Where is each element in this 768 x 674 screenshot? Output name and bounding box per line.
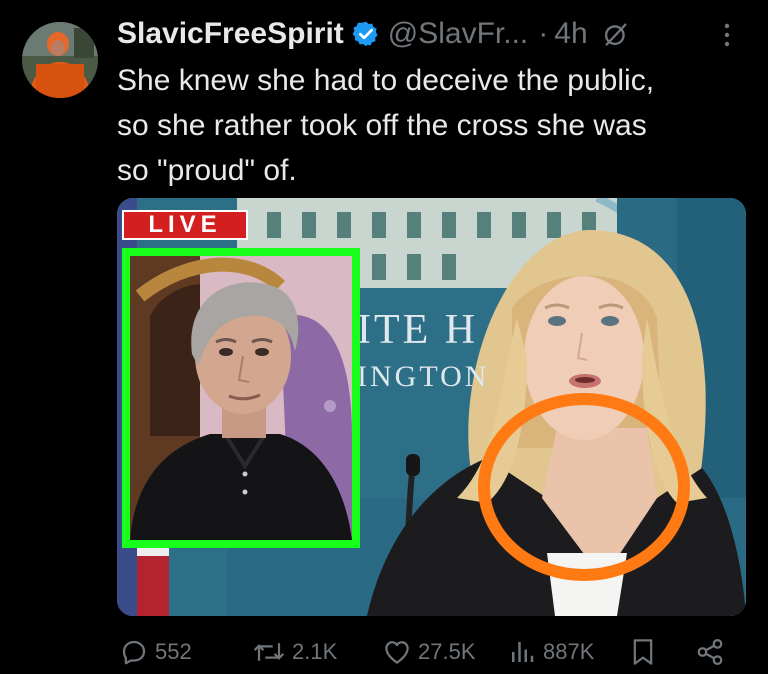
verified-badge-icon xyxy=(352,21,378,47)
inset-photo xyxy=(122,248,360,548)
views-button[interactable]: 887K xyxy=(507,634,594,670)
avatar-image xyxy=(22,22,98,98)
avatar[interactable] xyxy=(22,22,98,98)
repost-icon xyxy=(253,643,285,661)
views-icon xyxy=(512,642,534,662)
share-icon xyxy=(697,639,723,665)
bookmark-icon xyxy=(633,639,653,665)
inset-portrait-image xyxy=(130,256,352,540)
user-handle[interactable]: @SlavFr... xyxy=(388,17,528,51)
timestamp[interactable]: 4h xyxy=(554,17,587,51)
repost-count: 2.1K xyxy=(292,639,338,664)
action-bar: 552 2.1K 27.5K 887K xyxy=(117,634,747,670)
reply-count: 552 xyxy=(155,639,192,664)
tweet-media[interactable]: ITE H INGTON LIVE xyxy=(117,198,746,616)
bookmark-button[interactable] xyxy=(629,634,657,670)
like-icon xyxy=(385,641,409,664)
more-options-icon[interactable] xyxy=(720,20,734,50)
reply-button[interactable]: 552 xyxy=(119,634,192,670)
podium-wall-text-1: ITE H xyxy=(357,307,479,353)
views-count: 887K xyxy=(543,639,595,664)
reply-icon xyxy=(122,640,146,665)
share-button[interactable] xyxy=(695,634,725,670)
tweet-text: She knew she had to deceive the public, … xyxy=(117,64,655,187)
live-badge: LIVE xyxy=(122,210,248,240)
tweet-header: SlavicFreeSpirit @SlavFr... · 4h xyxy=(117,14,630,54)
podium-wall-text-2: INGTON xyxy=(357,360,490,393)
tweet[interactable]: SlavicFreeSpirit @SlavFr... · 4h She kne… xyxy=(0,0,768,674)
like-count: 27.5K xyxy=(418,639,476,664)
display-name[interactable]: SlavicFreeSpirit xyxy=(117,17,344,51)
repost-button[interactable]: 2.1K xyxy=(252,634,337,670)
grok-icon[interactable] xyxy=(602,20,630,48)
like-button[interactable]: 27.5K xyxy=(382,634,476,670)
separator-dot: · xyxy=(538,17,549,50)
